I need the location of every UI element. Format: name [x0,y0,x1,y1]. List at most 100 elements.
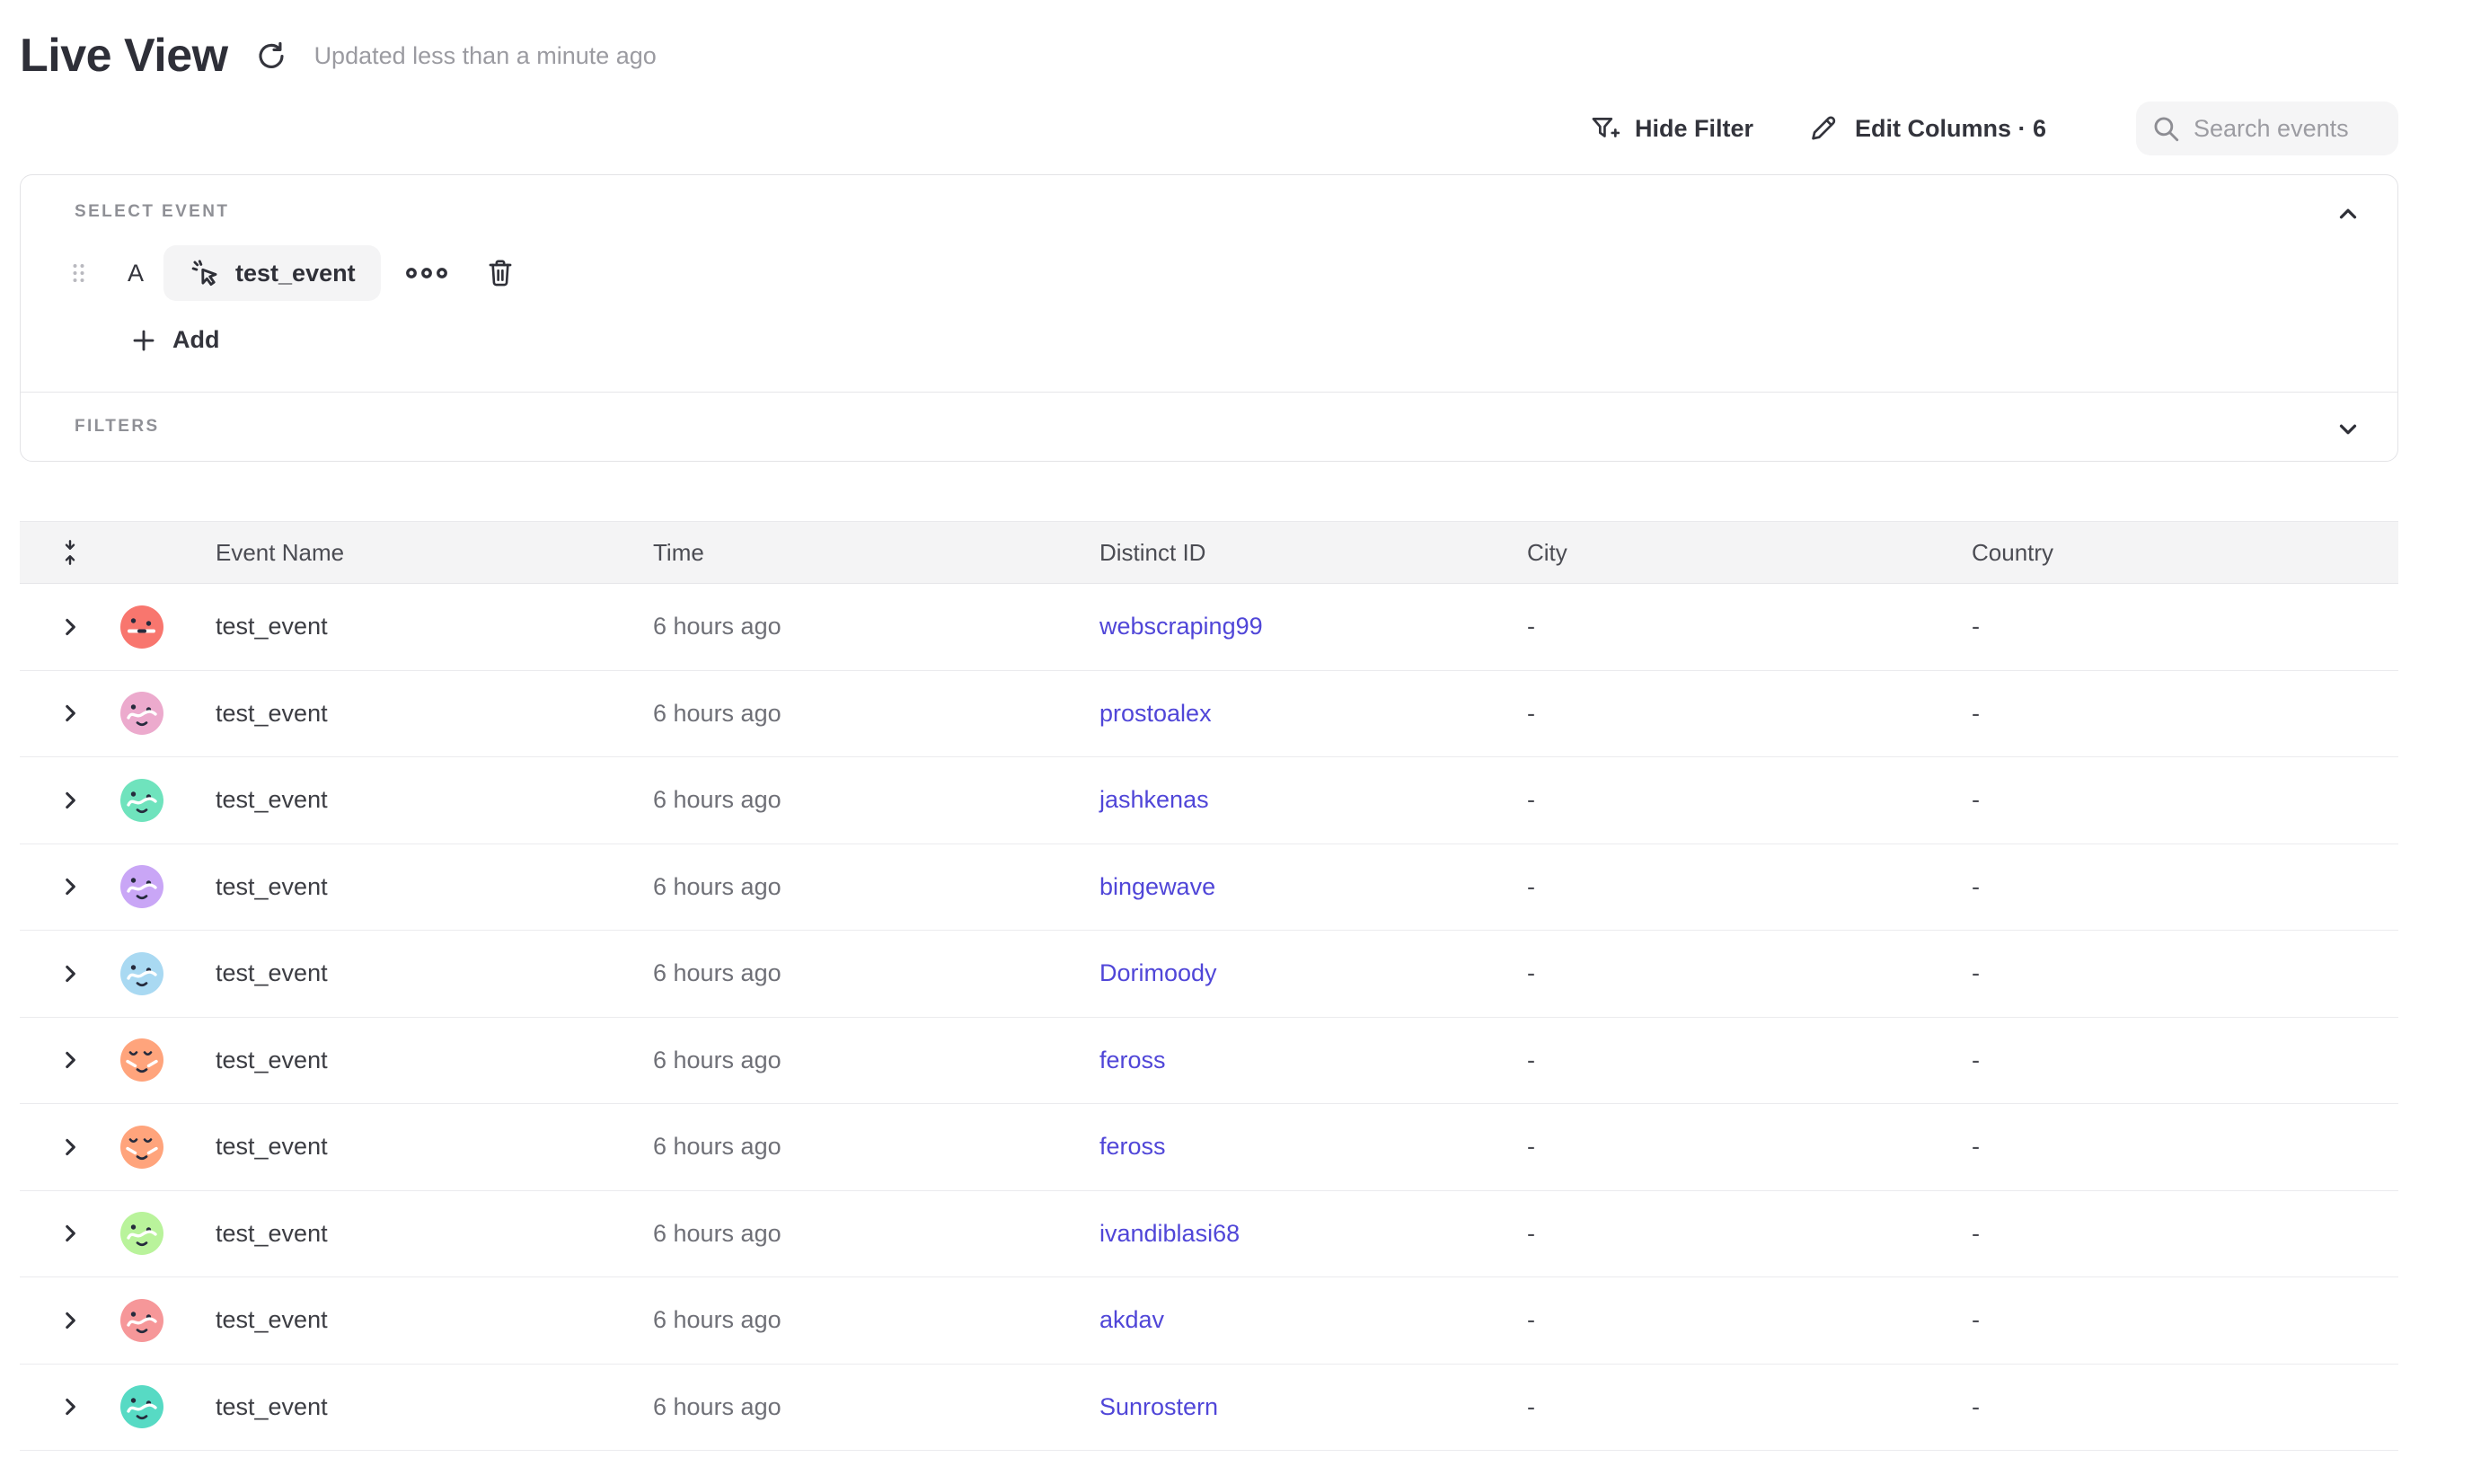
refresh-button[interactable] [255,40,287,72]
distinct-id-link[interactable]: jashkenas [1099,786,1209,813]
cell-time: 6 hours ago [653,613,1099,640]
expand-row-button[interactable] [58,1048,82,1072]
event-chip-label: test_event [235,260,356,287]
expand-row-button[interactable] [58,1309,82,1332]
cell-city: - [1527,1393,1972,1421]
cell-city: - [1527,1306,1972,1334]
cell-distinct-id: Dorimoody [1099,959,1527,987]
cell-distinct-id: jashkenas [1099,786,1527,814]
cell-distinct-id: akdav [1099,1306,1527,1334]
cell-city: - [1527,1047,1972,1074]
select-event-section: SELECT EVENT A [21,175,2397,392]
cell-event-name: test_event [216,786,653,814]
expand-row-button[interactable] [58,615,82,639]
collapse-section-button[interactable] [2335,200,2362,227]
column-header-time: Time [653,539,1099,567]
cell-event-name: test_event [216,959,653,987]
cell-time: 6 hours ago [653,1220,1099,1248]
cell-country: - [1972,786,2398,814]
chevron-down-icon [2335,416,2362,443]
cell-country: - [1972,1393,2398,1421]
user-avatar [120,1212,163,1255]
table-row[interactable]: test_event 6 hours ago Dorimoody - - [20,931,2398,1018]
events-table: Event Name Time Distinct ID City Country [20,521,2398,1451]
search-input[interactable] [2194,115,2384,143]
cell-event-name: test_event [216,1393,653,1421]
user-avatar [120,692,163,735]
table-row[interactable]: test_event 6 hours ago feross - - [20,1104,2398,1191]
expand-row-button[interactable] [58,702,82,725]
distinct-id-link[interactable]: webscraping99 [1099,613,1263,640]
filters-section-header[interactable]: FILTERS [21,393,2397,461]
clause-letter: A [128,260,144,287]
hide-filter-button[interactable]: Hide Filter [1589,113,1753,144]
add-button-label: Add [172,326,219,354]
distinct-id-link[interactable]: Sunrostern [1099,1393,1218,1420]
chevron-right-icon [58,1395,82,1418]
delete-event-button[interactable] [485,257,516,289]
cell-event-name: test_event [216,1047,653,1074]
more-options-button[interactable] [406,264,447,282]
expand-filters-button[interactable] [2335,416,2362,443]
distinct-id-link[interactable]: prostoalex [1099,700,1212,727]
edit-columns-button[interactable]: Edit Columns · 6 [1809,113,2046,144]
chevron-right-icon [58,1309,82,1332]
column-header-event-name: Event Name [216,539,653,567]
cell-event-name: test_event [216,873,653,901]
query-builder-card: SELECT EVENT A [20,174,2398,462]
distinct-id-link[interactable]: ivandiblasi68 [1099,1220,1240,1247]
cell-country: - [1972,1220,2398,1248]
page-title: Live View [20,29,228,83]
drag-handle[interactable] [71,261,86,285]
distinct-id-link[interactable]: bingewave [1099,873,1215,900]
add-event-button[interactable]: Add [130,326,219,354]
user-avatar [120,1038,163,1082]
cell-country: - [1972,873,2398,901]
more-dots-icon [406,264,447,282]
event-select-chip[interactable]: test_event [163,245,381,301]
cell-city: - [1527,700,1972,728]
user-avatar [120,1385,163,1428]
plus-icon [130,327,157,354]
user-avatar [120,1299,163,1342]
expand-row-button[interactable] [58,875,82,898]
table-body: test_event 6 hours ago webscraping99 - - [20,584,2398,1451]
expand-row-button[interactable] [58,1135,82,1159]
distinct-id-link[interactable]: feross [1099,1047,1166,1073]
trash-icon [485,257,516,289]
table-row[interactable]: test_event 6 hours ago Sunrostern - - [20,1365,2398,1452]
expand-row-button[interactable] [58,962,82,985]
cell-country: - [1972,1133,2398,1161]
cursor-click-icon [189,257,221,289]
distinct-id-link[interactable]: Dorimoody [1099,959,1217,986]
table-row[interactable]: test_event 6 hours ago feross - - [20,1018,2398,1105]
column-header-city: City [1527,539,1972,567]
distinct-id-link[interactable]: akdav [1099,1306,1164,1333]
table-row[interactable]: test_event 6 hours ago akdav - - [20,1277,2398,1365]
expand-row-button[interactable] [58,1395,82,1418]
updated-status: Updated less than a minute ago [314,42,657,70]
cell-country: - [1972,613,2398,640]
edit-columns-label: Edit Columns · 6 [1855,115,2046,143]
chevron-right-icon [58,789,82,812]
cell-event-name: test_event [216,700,653,728]
table-row[interactable]: test_event 6 hours ago jashkenas - - [20,757,2398,844]
table-row[interactable]: test_event 6 hours ago webscraping99 - - [20,584,2398,671]
collapse-all-rows-button[interactable] [58,539,82,566]
cell-city: - [1527,1133,1972,1161]
user-avatar [120,779,163,822]
user-avatar [120,605,163,649]
chevron-up-icon [2335,200,2362,227]
search-box [2136,102,2398,155]
column-header-country: Country [1972,539,2398,567]
table-row[interactable]: test_event 6 hours ago bingewave - - [20,844,2398,932]
table-row[interactable]: test_event 6 hours ago ivandiblasi68 - - [20,1191,2398,1278]
table-row[interactable]: test_event 6 hours ago prostoalex - - [20,671,2398,758]
cell-event-name: test_event [216,1306,653,1334]
distinct-id-link[interactable]: feross [1099,1133,1166,1160]
hide-filter-label: Hide Filter [1635,115,1753,143]
cell-city: - [1527,786,1972,814]
chevron-right-icon [58,1222,82,1245]
expand-row-button[interactable] [58,1222,82,1245]
expand-row-button[interactable] [58,789,82,812]
